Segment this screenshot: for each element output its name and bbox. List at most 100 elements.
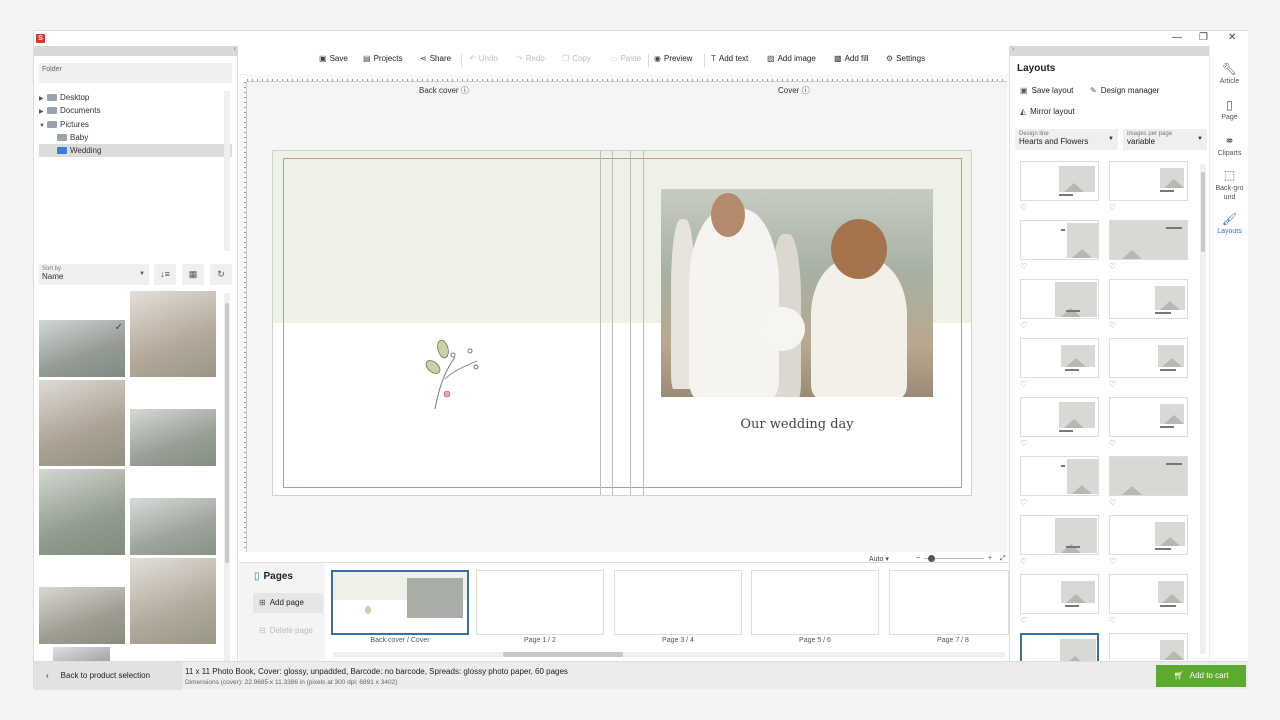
tree-item-documents[interactable]: ▶ Documents: [39, 104, 232, 117]
tab-article[interactable]: 🔧︎ Article: [1210, 62, 1249, 85]
delete-page-button[interactable]: ⊟ Delete page: [253, 621, 323, 641]
layout-option[interactable]: [1020, 220, 1099, 260]
layout-option[interactable]: [1020, 338, 1099, 378]
refresh-button[interactable]: ↻: [210, 264, 232, 285]
images-per-page-select[interactable]: Images per page variable ▼: [1123, 129, 1207, 150]
paste-button[interactable]: ▭ Paste: [610, 54, 641, 63]
heart-icon[interactable]: ♡: [1020, 616, 1027, 625]
heart-icon[interactable]: ♡: [1109, 557, 1116, 566]
page-thumbnail[interactable]: [751, 570, 879, 635]
heart-icon[interactable]: ♡: [1020, 380, 1027, 389]
layout-option[interactable]: [1109, 397, 1188, 437]
tree-item-wedding[interactable]: Wedding: [39, 144, 232, 158]
layout-option[interactable]: [1109, 338, 1188, 378]
close-icon[interactable]: ✕: [1228, 32, 1236, 43]
heart-icon[interactable]: ♡: [1109, 380, 1116, 389]
photo-scrollbar[interactable]: [224, 293, 230, 671]
heart-icon[interactable]: ♡: [1020, 262, 1027, 271]
layout-option[interactable]: [1109, 161, 1188, 201]
minimize-icon[interactable]: —: [1172, 32, 1182, 43]
photo-thumbnail[interactable]: [130, 291, 216, 377]
photo-thumbnail[interactable]: [39, 469, 125, 555]
layout-option[interactable]: [1109, 574, 1188, 614]
undo-button[interactable]: ↶ Undo: [469, 54, 498, 63]
scroll-thumb[interactable]: [503, 652, 623, 657]
zoom-slider[interactable]: [924, 555, 984, 562]
layout-option[interactable]: [1109, 220, 1188, 260]
heart-icon[interactable]: ♡: [1020, 321, 1027, 330]
tab-page[interactable]: ▯ Page: [1210, 98, 1249, 121]
projects-button[interactable]: ▤ Projects: [363, 54, 402, 63]
share-button[interactable]: ⋖ Share: [420, 54, 451, 63]
heart-icon[interactable]: ♡: [1020, 557, 1027, 566]
collapse-left-icon[interactable]: ‹: [234, 46, 236, 53]
preview-button[interactable]: ◉ Preview: [654, 54, 692, 63]
tree-item-baby[interactable]: Baby: [39, 131, 232, 144]
panel-collapse-bar[interactable]: ›: [1010, 46, 1210, 56]
zoom-out-icon[interactable]: −: [916, 555, 920, 562]
back-button[interactable]: ‹ Back to product selection: [34, 662, 182, 690]
photo-thumbnail[interactable]: [130, 498, 216, 555]
collapse-right-icon[interactable]: ›: [1012, 46, 1014, 53]
book-spread[interactable]: Our wedding day: [272, 150, 972, 496]
sort-select[interactable]: Sort by Name ▼: [39, 264, 149, 285]
grid-view-button[interactable]: ▦: [182, 264, 204, 285]
cover-photo[interactable]: [661, 189, 933, 397]
layout-option[interactable]: [1109, 456, 1188, 496]
heart-icon[interactable]: ♡: [1109, 498, 1116, 507]
layout-option[interactable]: [1109, 279, 1188, 319]
heart-icon[interactable]: ♡: [1020, 439, 1027, 448]
page-thumbnail[interactable]: [476, 570, 604, 635]
design-line-select[interactable]: Design line Hearts and Flowers ▼: [1015, 129, 1118, 150]
save-layout-button[interactable]: ▣ Save layout: [1020, 86, 1073, 95]
design-manager-button[interactable]: ✎ Design manager: [1090, 86, 1159, 95]
layout-option[interactable]: [1020, 456, 1099, 496]
heart-icon[interactable]: ♡: [1020, 203, 1027, 212]
heart-icon[interactable]: ♡: [1109, 616, 1116, 625]
tab-cliparts[interactable]: ⚭ Cliparts: [1210, 134, 1249, 157]
copy-button[interactable]: ❐ Copy: [562, 54, 591, 63]
tree-item-pictures[interactable]: ▼ Pictures: [39, 118, 232, 131]
settings-button[interactable]: ⚙ Settings: [886, 54, 925, 63]
redo-button[interactable]: ↷ Redo: [516, 54, 545, 63]
tab-layouts[interactable]: 🖌︎ Layouts: [1210, 212, 1249, 235]
photo-thumbnail[interactable]: [130, 409, 216, 466]
heart-icon[interactable]: ♡: [1020, 498, 1027, 507]
save-button[interactable]: ▣ Save: [319, 54, 348, 63]
floral-clipart[interactable]: [423, 339, 483, 411]
restore-icon[interactable]: ❐: [1199, 32, 1208, 43]
sort-direction-button[interactable]: ↓≡: [154, 264, 176, 285]
add-page-button[interactable]: ⊞ Add page: [253, 593, 323, 613]
layout-option[interactable]: [1020, 279, 1099, 319]
zoom-slider-handle[interactable]: [928, 555, 935, 562]
heart-icon[interactable]: ♡: [1109, 262, 1116, 271]
panel-collapse-bar[interactable]: ‹: [34, 46, 238, 56]
layouts-scrollbar[interactable]: [1200, 164, 1206, 654]
photo-thumbnail[interactable]: [39, 587, 125, 644]
page-thumbnail[interactable]: [889, 570, 1009, 635]
tab-background[interactable]: ⬚ Back-ground: [1210, 168, 1249, 202]
cover-title[interactable]: Our wedding day: [661, 417, 933, 432]
add-image-button[interactable]: ▨ Add image: [767, 54, 816, 63]
add-text-button[interactable]: T Add text: [711, 54, 748, 63]
heart-icon[interactable]: ♡: [1109, 439, 1116, 448]
scroll-thumb[interactable]: [1201, 172, 1205, 252]
layout-option[interactable]: [1020, 574, 1099, 614]
tree-scrollbar[interactable]: [224, 91, 230, 251]
heart-icon[interactable]: ♡: [1109, 203, 1116, 212]
tree-item-desktop[interactable]: ▶ Desktop: [39, 91, 232, 104]
mirror-layout-button[interactable]: ◭ Mirror layout: [1020, 107, 1075, 116]
info-icon[interactable]: ⓘ: [802, 86, 810, 95]
layout-option[interactable]: [1020, 161, 1099, 201]
photo-thumbnail[interactable]: [39, 380, 125, 466]
layout-option[interactable]: [1020, 397, 1099, 437]
photo-thumbnail[interactable]: [130, 558, 216, 644]
pages-scrollbar[interactable]: [333, 652, 1005, 657]
scroll-thumb[interactable]: [225, 303, 229, 563]
page-thumbnail-cover[interactable]: [331, 570, 469, 635]
add-to-cart-button[interactable]: 🛒︎ Add to cart: [1156, 665, 1246, 687]
info-icon[interactable]: ⓘ: [461, 86, 469, 95]
editor-canvas[interactable]: Back cover ⓘ Cover ⓘ Our wedding day: [247, 82, 1029, 552]
zoom-in-icon[interactable]: +: [988, 555, 992, 562]
add-fill-button[interactable]: ▩ Add fill: [834, 54, 869, 63]
